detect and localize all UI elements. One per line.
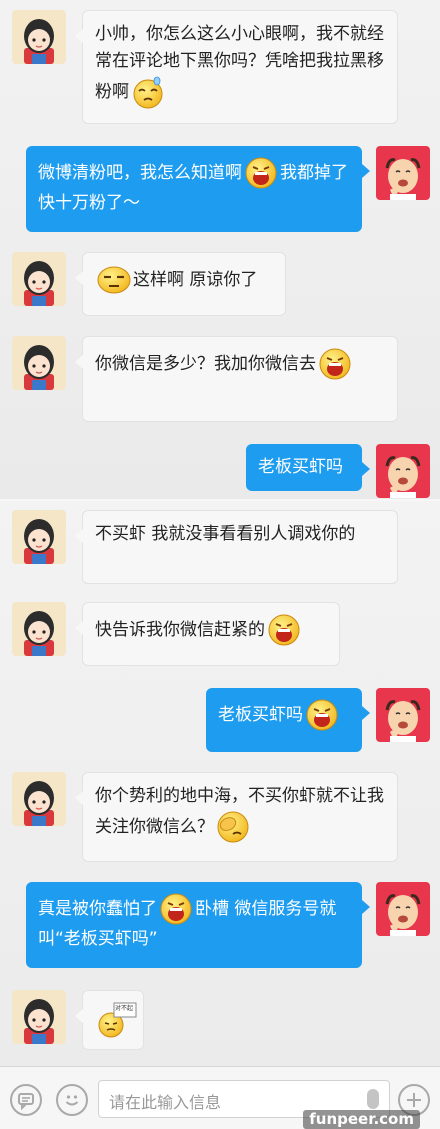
watermark: funpeer.com <box>303 1110 420 1129</box>
message-text: 快告诉我你微信赶紧的 <box>95 620 265 640</box>
contact-avatar[interactable] <box>12 602 66 656</box>
message-bubble[interactable]: 老板买虾吗 <box>206 688 370 752</box>
shouting-icon <box>305 698 339 732</box>
shouting-icon <box>244 156 278 190</box>
comment-icon[interactable] <box>10 1084 42 1116</box>
contact-avatar[interactable] <box>12 772 66 826</box>
message-bubble[interactable]: 对不起 <box>75 990 144 1050</box>
contact-avatar[interactable] <box>12 252 66 306</box>
my-avatar[interactable] <box>376 146 430 200</box>
contact-avatar[interactable] <box>12 336 66 390</box>
message-text: 微博清粉吧，我怎么知道啊 <box>38 163 242 183</box>
microphone-icon[interactable] <box>367 1089 379 1109</box>
sorry-sign-icon: 对不起 <box>97 1001 137 1039</box>
message-bubble[interactable]: 小帅，你怎么这么小心眼啊，我不就经常在评论地下黑你吗？凭啥把我拉黑移粉啊 <box>75 10 398 124</box>
message-bubble[interactable]: 你微信是多少？我加你微信去 <box>75 336 398 422</box>
sweat-icon <box>131 75 165 109</box>
sign-text: 对不起 <box>115 1005 134 1012</box>
message-text: 不买虾 我就没事看看别人调戏你的 <box>95 524 356 544</box>
smiley-icon[interactable] <box>56 1084 88 1116</box>
screenshot-seam <box>0 499 440 501</box>
message-text: 你微信是多少？我加你微信去 <box>95 354 316 374</box>
facepalm-icon <box>216 810 250 844</box>
my-avatar[interactable] <box>376 882 430 936</box>
message-bubble[interactable]: 微博清粉吧，我怎么知道啊 我都掉了快十万粉了～ <box>26 146 370 232</box>
message-bubble[interactable]: 不买虾 我就没事看看别人调戏你的 <box>75 510 398 584</box>
message-text: 这样啊 原谅你了 <box>133 270 258 290</box>
message-bubble[interactable]: 老板买虾吗 <box>246 444 370 491</box>
shouting-icon <box>267 613 301 647</box>
message-bubble[interactable]: 这样啊 原谅你了 <box>75 252 286 316</box>
message-text: 老板买虾吗 <box>258 457 343 477</box>
message-input-placeholder: 请在此输入信息 <box>109 1093 222 1112</box>
speechless-icon <box>97 263 131 297</box>
contact-avatar[interactable] <box>12 10 66 64</box>
message-bubble[interactable]: 真是被你蠢怕了 卧槽 微信服务号就叫“老板买虾吗” <box>26 882 370 968</box>
message-bubble[interactable]: 你个势利的地中海，不买你虾就不让我关注你微信么？ <box>75 772 398 862</box>
shouting-icon <box>318 347 352 381</box>
shouting-icon <box>159 892 193 926</box>
my-avatar[interactable] <box>376 688 430 742</box>
contact-avatar[interactable] <box>12 510 66 564</box>
message-text: 真是被你蠢怕了 <box>38 899 157 919</box>
message-bubble[interactable]: 快告诉我你微信赶紧的 <box>75 602 340 666</box>
contact-avatar[interactable] <box>12 990 66 1044</box>
my-avatar[interactable] <box>376 444 430 498</box>
message-text: 老板买虾吗 <box>218 705 303 725</box>
